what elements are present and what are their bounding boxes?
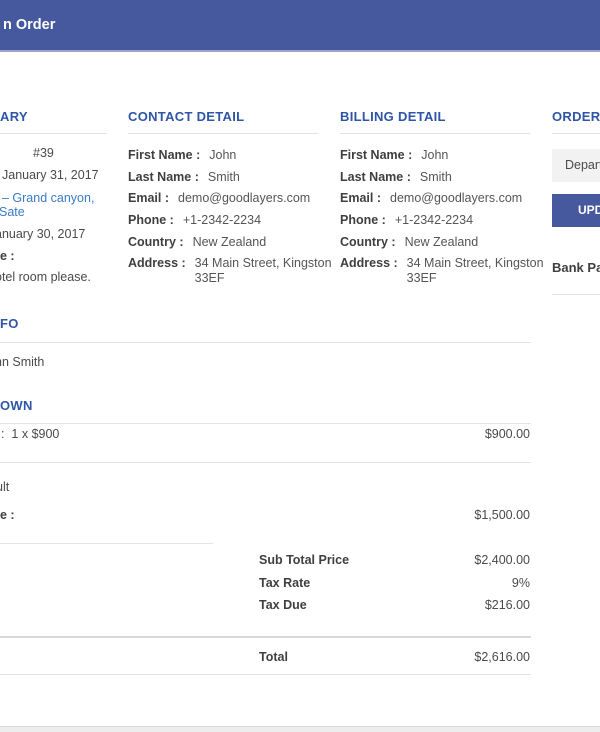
total-top-divider [0,636,531,638]
field-value: +1-2342-2234 [395,213,473,228]
contact-phone-row: Phone : +1-2342-2234 [128,213,358,228]
field-label: Last Name : [340,170,411,185]
note-label-fragment: e : [0,249,15,263]
field-value: New Zealand [193,235,267,250]
breakdown-row-divider [0,462,531,463]
billing-detail-heading: BILLING DETAIL [340,109,446,124]
field-value: Smith [208,170,240,185]
order-status-select[interactable]: Departe [552,149,600,182]
header-bar: n Order [0,0,600,52]
field-label: First Name : [128,148,200,163]
traveller-type-fragment: ult [0,480,9,494]
billing-country-row: Country : New Zealand [340,235,570,250]
field-label: Address : [128,256,186,286]
bank-payment-heading: Bank Pay [552,260,600,275]
field-label: Address : [340,256,398,286]
field-label: Country : [128,235,184,250]
package-price-amount: $900.00 [485,427,530,441]
contact-country-row: Country : New Zealand [128,235,358,250]
package-link-line1[interactable]: – Grand canyon, [2,191,94,205]
sub-total-value: $2,400.00 [474,553,530,567]
contact-email-row: Email : demo@goodlayers.com [128,191,358,206]
status-divider [552,133,600,134]
billing-phone-row: Phone : +1-2342-2234 [340,213,570,228]
footer-bar [0,726,600,732]
bank-payment-divider [552,294,600,295]
field-label: Phone : [340,213,386,228]
order-date-value: January 31, 2017 [2,168,99,182]
tax-rate-label: Tax Rate [259,576,310,590]
field-value: demo@goodlayers.com [390,191,522,206]
payment-info-heading: FO [0,316,19,331]
field-label: First Name : [340,148,412,163]
sub-total-label: Sub Total Price [259,553,349,567]
payer-name-value: hn Smith [0,355,44,369]
breakdown-top-divider [0,423,531,424]
billing-divider [340,133,530,134]
field-label: Email : [340,191,381,206]
order-status-heading: ORDER S [552,109,600,124]
field-value: +1-2342-2234 [183,213,261,228]
field-value: 34 Main Street, Kingston 33EF [407,256,570,286]
field-value: New Zealand [405,235,479,250]
contact-last-name-row: Last Name : Smith [128,170,358,185]
field-value: demo@goodlayers.com [178,191,310,206]
field-label: Last Name : [128,170,199,185]
total-label: Total [259,650,288,664]
tax-rate-value: 9% [512,576,530,590]
field-label: Country : [340,235,396,250]
tax-due-value: $216.00 [485,598,530,612]
breakdown-partial-divider [0,543,213,544]
page-title: n Order [3,17,55,33]
field-value: John [209,148,236,163]
field-label: Phone : [128,213,174,228]
order-number-value: #39 [33,146,54,160]
contact-first-name-row: First Name : John [128,148,358,163]
room-price-amount: $1,500.00 [474,508,530,522]
departure-date-value: anuary 30, 2017 [0,227,85,241]
field-label: Email : [128,191,169,206]
field-value: John [421,148,448,163]
contact-detail-heading: CONTACT DETAIL [128,109,244,124]
billing-address-row: Address : 34 Main Street, Kingston 33EF [340,256,570,286]
total-bottom-divider [0,674,531,675]
price-breakdown-heading: OWN [0,398,33,413]
field-value: Smith [420,170,452,185]
order-page: n Order ARY CONTACT DETAIL BILLING DETAI… [0,0,600,732]
order-summary-heading: ARY [0,109,28,124]
billing-email-row: Email : demo@goodlayers.com [340,191,570,206]
billing-last-name-row: Last Name : Smith [340,170,570,185]
update-order-button[interactable]: UPD [552,194,600,227]
contact-divider [128,133,318,134]
field-value: 34 Main Street, Kingston 33EF [195,256,358,286]
total-value: $2,616.00 [474,650,530,664]
tax-due-label: Tax Due [259,598,307,612]
note-text: otel room please. [0,270,91,284]
billing-first-name-row: First Name : John [340,148,570,163]
summary-divider [0,133,107,134]
price-label-fragment: e : [0,508,15,522]
package-price-fragment: : 1 x $900 [1,427,59,441]
contact-address-row: Address : 34 Main Street, Kingston 33EF [128,256,358,286]
package-link-line2[interactable]: Sate [0,205,25,219]
payment-info-divider [0,342,531,343]
